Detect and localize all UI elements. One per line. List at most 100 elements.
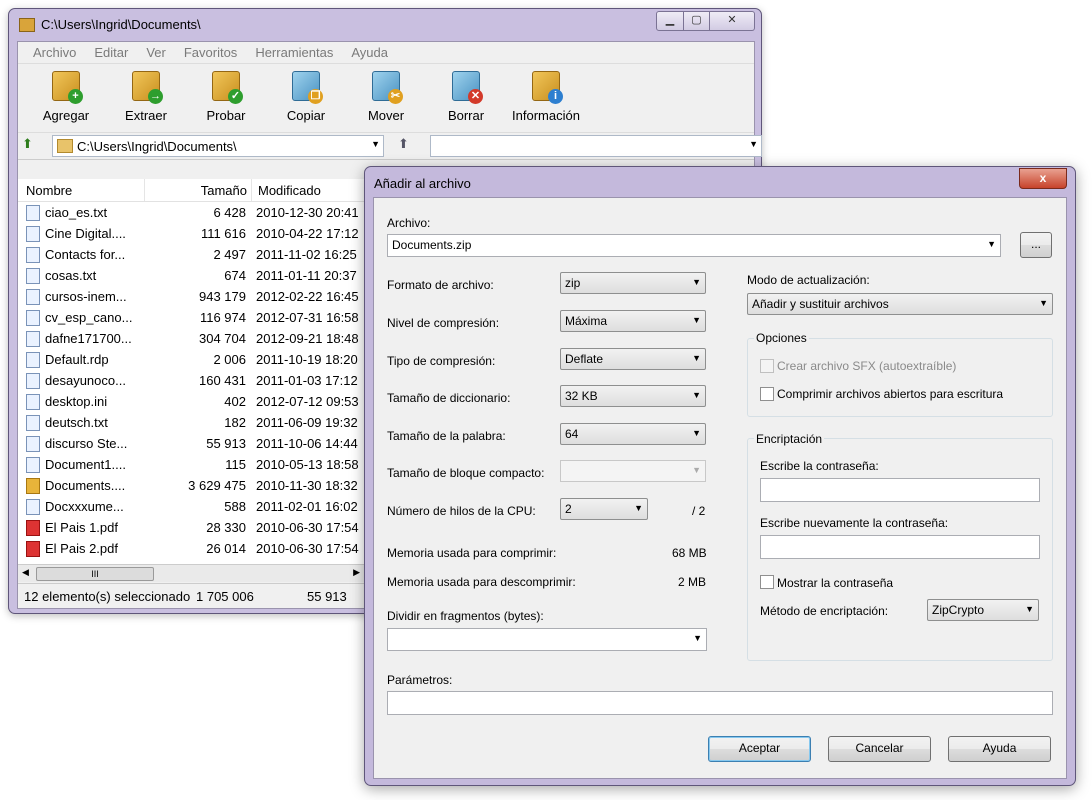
update-mode-select[interactable]: Añadir y sustituir archivos ▼ [747, 293, 1053, 315]
column-name[interactable]: Nombre [18, 179, 145, 201]
chevron-down-icon[interactable]: ▼ [371, 139, 380, 149]
file-modified: 2011-06-09 19:32 [256, 415, 358, 430]
file-size: 26 014 [206, 541, 246, 556]
encryption-method-select[interactable]: ZipCrypto ▼ [927, 599, 1039, 621]
file-modified: 2012-07-31 16:58 [256, 310, 359, 325]
browse-button[interactable]: ... [1020, 232, 1052, 258]
move-button[interactable]: ✂ Mover [346, 64, 426, 132]
file-size: 2 006 [213, 352, 246, 367]
add-icon: + [49, 70, 83, 104]
chevron-down-icon: ▼ [692, 390, 701, 400]
chevron-down-icon[interactable]: ▼ [987, 239, 996, 249]
menu-favoritos[interactable]: Favoritos [175, 42, 246, 63]
help-button[interactable]: Ayuda [948, 736, 1051, 762]
threads-select[interactable]: 2 ▼ [560, 498, 648, 520]
file-name: Default.rdp [45, 352, 109, 367]
threads-value: 2 [565, 502, 572, 516]
show-password-checkbox[interactable] [760, 575, 774, 589]
file-size: 2 497 [213, 247, 246, 262]
method-select[interactable]: Deflate ▼ [560, 348, 706, 370]
format-select[interactable]: zip ▼ [560, 272, 706, 294]
file-modified: 2011-11-02 16:25 [256, 247, 357, 262]
main-window-title: C:\Users\Ingrid\Documents\ [41, 17, 201, 32]
test-button[interactable]: ✓ Probar [186, 64, 266, 132]
menu-editar[interactable]: Editar [85, 42, 137, 63]
main-titlebar[interactable]: C:\Users\Ingrid\Documents\ ▁ ▢ ✕ [9, 9, 761, 39]
minimize-button[interactable]: ▁ [656, 11, 684, 31]
ok-button[interactable]: Aceptar [708, 736, 811, 762]
column-modified[interactable]: Modificado [252, 179, 377, 201]
word-size-value: 64 [565, 427, 579, 441]
document-file-icon [26, 309, 40, 326]
add-button[interactable]: + Agregar [26, 64, 106, 132]
document-file-icon [26, 246, 40, 263]
chevron-down-icon[interactable]: ▼ [693, 633, 702, 643]
file-modified: 2011-02-01 16:02 [256, 499, 358, 514]
file-name-cell: deutsch.txt [18, 414, 144, 431]
level-label: Nivel de compresión: [387, 316, 500, 330]
level-value: Máxima [565, 314, 608, 328]
update-mode-value: Añadir y sustituir archivos [752, 297, 889, 311]
extract-button[interactable]: → Extraer [106, 64, 186, 132]
show-password-label: Mostrar la contraseña [777, 576, 894, 590]
level-select[interactable]: Máxima ▼ [560, 310, 706, 332]
file-name-cell: Contacts for... [18, 246, 144, 263]
dictionary-select[interactable]: 32 KB ▼ [560, 385, 706, 407]
file-name-cell: Default.rdp [18, 351, 144, 368]
column-size[interactable]: Tamaño [145, 179, 252, 201]
word-size-select[interactable]: 64 ▼ [560, 423, 706, 445]
document-file-icon [26, 414, 40, 431]
parameters-label: Parámetros: [387, 673, 453, 687]
menu-herramientas[interactable]: Herramientas [246, 42, 342, 63]
menu-archivo[interactable]: Archivo [24, 42, 85, 63]
address-combo-secondary[interactable]: ▼ [430, 135, 762, 157]
file-name-cell: cosas.txt [18, 267, 144, 284]
password-label: Escribe la contraseña: [760, 459, 879, 473]
cancel-button[interactable]: Cancelar [828, 736, 931, 762]
file-name-cell: Documents.... [18, 477, 144, 494]
password-input[interactable] [760, 478, 1040, 502]
document-file-icon [26, 498, 40, 515]
chevron-down-icon: ▼ [692, 277, 701, 287]
file-name: El Pais 1.pdf [45, 520, 118, 535]
file-size: 943 179 [199, 289, 246, 304]
copy-button[interactable]: ❐ Copiar [266, 64, 346, 132]
memory-decompress-value: 2 MB [678, 575, 707, 589]
file-modified: 2011-10-19 18:20 [256, 352, 358, 367]
menu-ayuda[interactable]: Ayuda [342, 42, 397, 63]
chevron-down-icon: ▼ [1025, 604, 1034, 614]
dictionary-value: 32 KB [565, 389, 598, 403]
dialog-close-button[interactable]: x [1019, 168, 1067, 189]
scroll-thumb[interactable]: III [36, 567, 154, 581]
chevron-down-icon[interactable]: ▼ [749, 139, 758, 149]
extract-icon: → [129, 70, 163, 104]
up-folder-icon[interactable]: ⬆ [22, 136, 40, 154]
up-folder-icon-secondary[interactable]: ⬆ [398, 136, 416, 154]
scroll-left-icon[interactable]: ◀ [22, 567, 29, 578]
file-name: El Pais 2.pdf [45, 541, 118, 556]
shared-files-checkbox[interactable] [760, 387, 774, 401]
close-button[interactable]: ✕ [710, 11, 755, 31]
split-combo[interactable]: ▼ [387, 628, 707, 651]
options-title: Opciones [754, 331, 809, 345]
horizontal-scrollbar[interactable]: ◀ III ▶ [18, 564, 364, 582]
file-name: cv_esp_cano... [45, 310, 133, 325]
scroll-right-icon[interactable]: ▶ [353, 567, 360, 578]
copy-icon: ❐ [289, 70, 323, 104]
file-modified: 2012-09-21 18:48 [256, 331, 359, 346]
parameters-input[interactable] [387, 691, 1053, 715]
info-button[interactable]: i Información [506, 64, 586, 132]
document-file-icon [26, 330, 40, 347]
file-size: 116 974 [199, 310, 246, 325]
file-name: ciao_es.txt [45, 205, 108, 220]
file-modified: 2010-12-30 20:41 [256, 205, 359, 220]
file-size: 6 428 [213, 205, 246, 220]
archive-name-combo[interactable]: Documents.zip ▼ [387, 234, 1001, 257]
menu-ver[interactable]: Ver [137, 42, 175, 63]
method-label: Tipo de compresión: [387, 354, 496, 368]
maximize-button[interactable]: ▢ [684, 11, 710, 31]
address-combo[interactable]: C:\Users\Ingrid\Documents\ ▼ [52, 135, 384, 157]
delete-button[interactable]: ✕ Borrar [426, 64, 506, 132]
password-repeat-input[interactable] [760, 535, 1040, 559]
add-to-archive-dialog: Añadir al archivo x Archivo: Documents.z… [364, 166, 1076, 786]
